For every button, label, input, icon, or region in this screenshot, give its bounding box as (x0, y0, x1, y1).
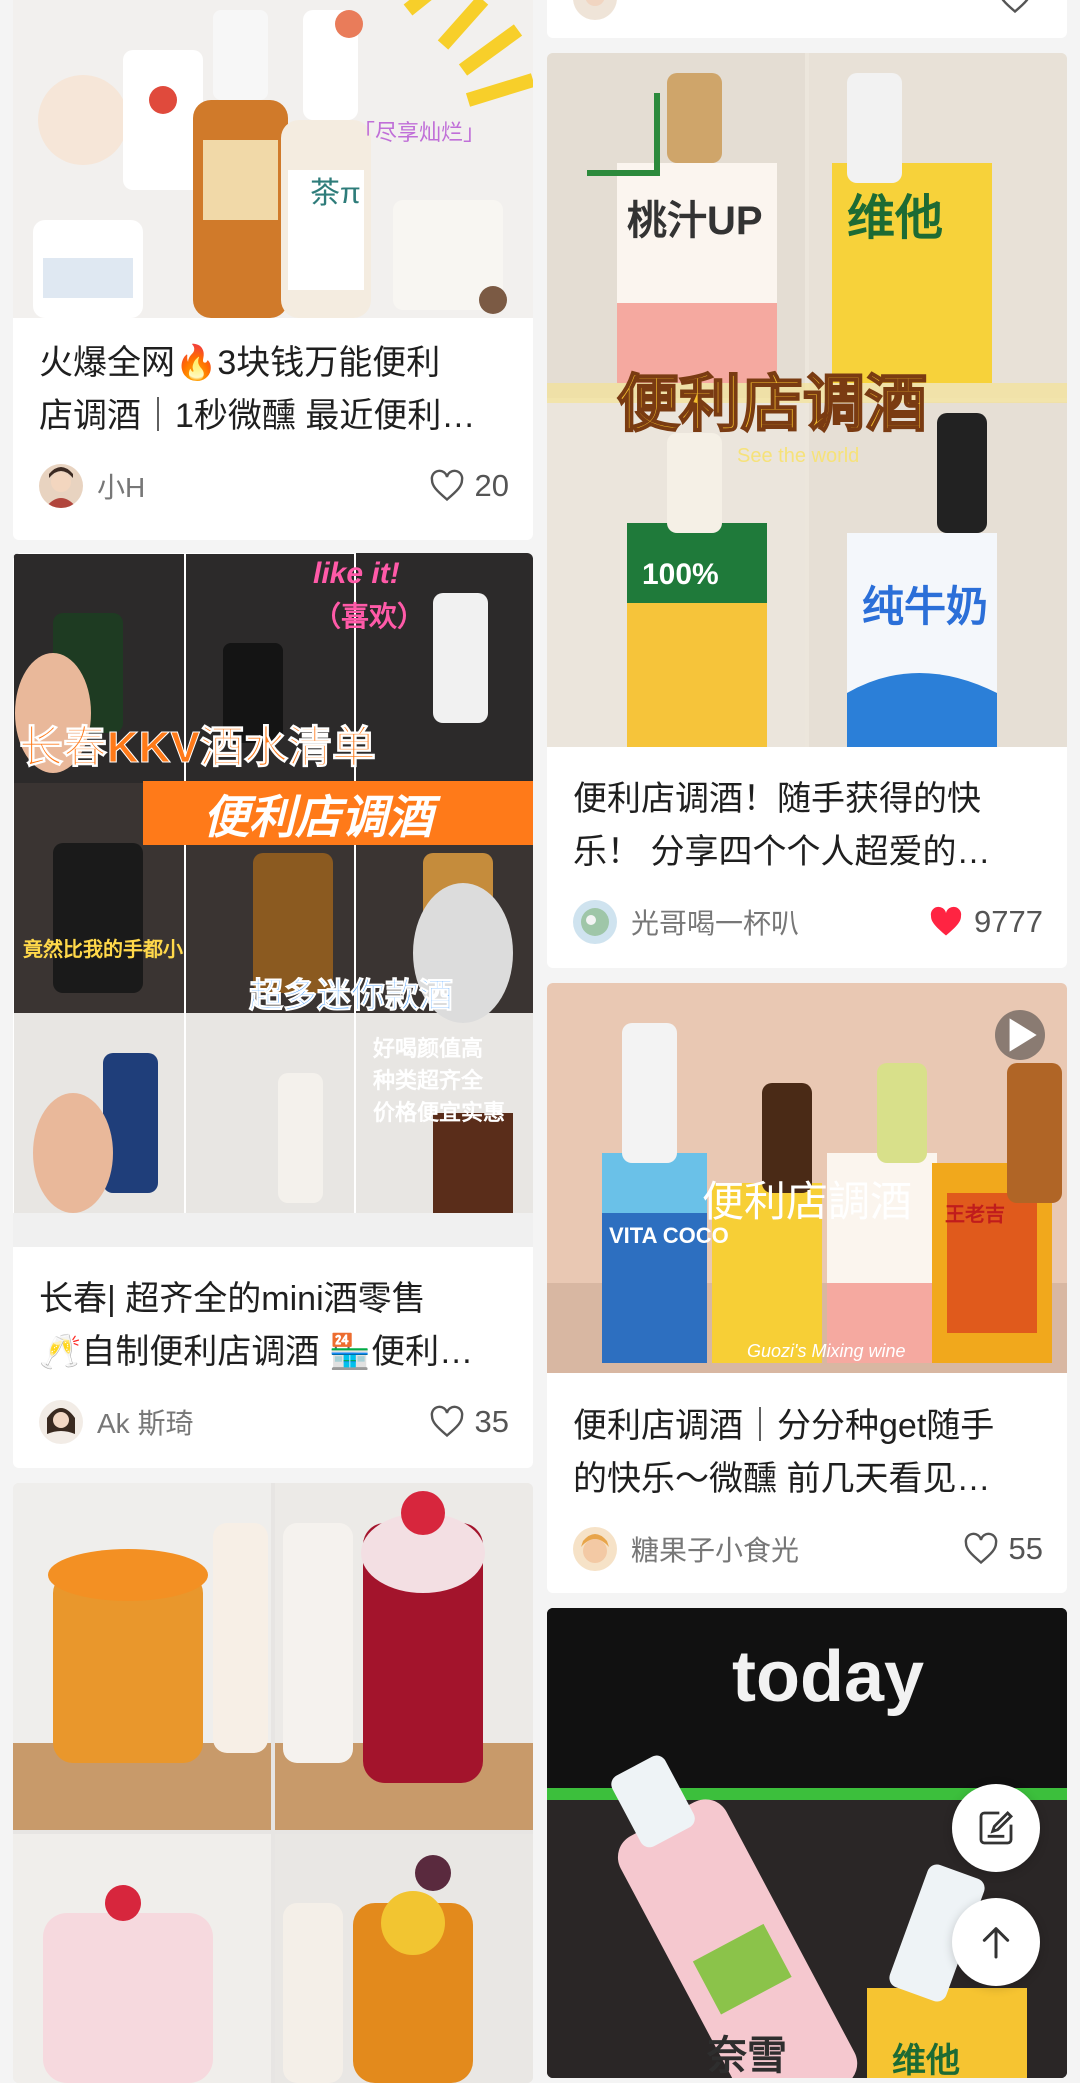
note-card[interactable]: 「尽享灿烂」 茶π 火爆全网🔥3块钱万能便利 店调酒｜1秒微醺 最近便利… 小H… (13, 0, 533, 540)
author-name[interactable]: Ak 斯琦 (97, 1402, 429, 1442)
cover-overlay-text: 茶π (310, 177, 361, 210)
cover-overlay-text: 种类超齐全 (373, 1068, 484, 1093)
note-meta (573, 0, 1043, 22)
avatar[interactable] (39, 464, 83, 508)
note-card[interactable]: 便利店調酒 VITA COCO Guozi's Mixing wine 王老吉 … (547, 983, 1067, 1593)
avatar[interactable] (573, 1527, 617, 1571)
video-badge (995, 1010, 1045, 1060)
note-meta: 小H 20 (39, 462, 509, 510)
edit-note-icon (979, 1810, 1014, 1845)
cover-overlay-text: 便利店调酒 (616, 369, 928, 440)
note-meta: Ak 斯琦 35 (39, 1398, 509, 1446)
cover-overlay-text: 维他 (847, 192, 944, 245)
cover-overlay-text: 便利店調酒 (702, 1177, 913, 1226)
like-button[interactable]: 9777 (928, 904, 1043, 940)
cover-overlay-text: （喜欢） (313, 601, 426, 632)
heart-icon (964, 1532, 997, 1565)
cover-overlay-text: 超多迷你款酒 (249, 977, 454, 1016)
note-card[interactable] (547, 0, 1067, 38)
heart-icon (930, 906, 962, 936)
cover-cocktails-image (13, 1483, 533, 2083)
cover-overlay-text: 100% (642, 558, 719, 591)
author-name[interactable]: 糖果子小食光 (631, 1529, 963, 1569)
author-name[interactable]: 光哥喝一杯叭 (631, 902, 928, 942)
note-card[interactable] (13, 1483, 533, 2083)
cover-overlay-text: 奈雪 (707, 2034, 787, 2078)
like-count: 35 (474, 1404, 509, 1439)
cover-overlay-text: 长春KKV酒水清单 (19, 723, 377, 773)
cover-overlay-text: today (732, 1637, 925, 1717)
like-button[interactable]: 35 (429, 1404, 509, 1440)
like-count: 55 (1008, 1531, 1043, 1566)
cover-overlay-text: 便利店调酒 (203, 791, 433, 843)
cover-overlay-text: 维他 (892, 2042, 960, 2078)
note-title: 便利店调酒｜分分种get随手 的快乐～微醺 前几天看见… (573, 1407, 995, 1498)
note-cover-image[interactable]: 「尽享灿烂」 茶π (13, 0, 533, 318)
cover-overlay-text: 纯牛奶 (862, 583, 989, 630)
back-to-top-button[interactable] (952, 1898, 1040, 1986)
like-button[interactable] (997, 0, 1043, 16)
note-meta: 糖果子小食光 55 (573, 1525, 1043, 1573)
avatar[interactable] (39, 1400, 83, 1444)
note-cover-image[interactable]: like it! （喜欢） 长春KKV酒水清单 便利店调酒 超多迷你款酒 好喝颜… (13, 553, 533, 1247)
heart-icon (1001, 0, 1029, 14)
heart-icon (430, 469, 463, 502)
note-cover-image[interactable]: 便利店调酒 See the world 纯牛奶 桃汁UP 100% 维他 (547, 53, 1067, 747)
arrow-up-icon (982, 1927, 1010, 1959)
note-card[interactable]: like it! （喜欢） 长春KKV酒水清单 便利店调酒 超多迷你款酒 好喝颜… (13, 553, 533, 1468)
cover-overlay-text: VITA COCO (609, 1223, 729, 1248)
avatar[interactable] (573, 900, 617, 944)
cover-overlay-text: 竟然比我的手都小 (23, 939, 183, 961)
note-title: 长春| 超齐全的mini酒零售 🥂自制便利店调酒 🏪便利… (39, 1280, 474, 1371)
cover-overlay-text: Guozi's Mixing wine (747, 1341, 906, 1361)
like-button[interactable]: 20 (429, 468, 509, 504)
avatar[interactable] (573, 0, 617, 20)
note-cover-image[interactable]: 便利店調酒 VITA COCO Guozi's Mixing wine 王老吉 (547, 983, 1067, 1373)
cover-drinks-image (13, 0, 533, 318)
cover-overlay-text: like it! (313, 557, 400, 590)
cover-overlay-text: 桃汁UP (627, 199, 763, 243)
cover-overlay-text: 王老吉 (945, 1204, 1005, 1226)
note-card[interactable]: 便利店调酒 See the world 纯牛奶 桃汁UP 100% 维他 便利店… (547, 53, 1067, 968)
cover-shelf-image (13, 553, 533, 1247)
cover-overlay-text: See the world (737, 445, 860, 467)
cover-overlay-text: 好喝颜值高 (373, 1036, 484, 1061)
compose-button[interactable] (952, 1784, 1040, 1872)
like-count: 9777 (974, 904, 1043, 939)
note-title: 便利店调酒！随手获得的快 乐！ 分享四个个人超爱的… (573, 780, 991, 871)
note-cover-image[interactable] (13, 1483, 533, 2083)
like-button[interactable]: 55 (963, 1531, 1043, 1567)
play-icon (1009, 1018, 1037, 1052)
cover-overlay-text: 价格便宜实惠 (373, 1100, 506, 1125)
note-meta: 光哥喝一杯叭 9777 (573, 898, 1043, 946)
cover-overlay-text: 「尽享灿烂」 (353, 120, 486, 145)
like-count: 20 (474, 468, 509, 503)
author-name[interactable]: 小H (97, 466, 429, 506)
note-title: 火爆全网🔥3块钱万能便利 店调酒｜1秒微醺 最近便利… (39, 344, 476, 435)
heart-icon (430, 1405, 463, 1438)
